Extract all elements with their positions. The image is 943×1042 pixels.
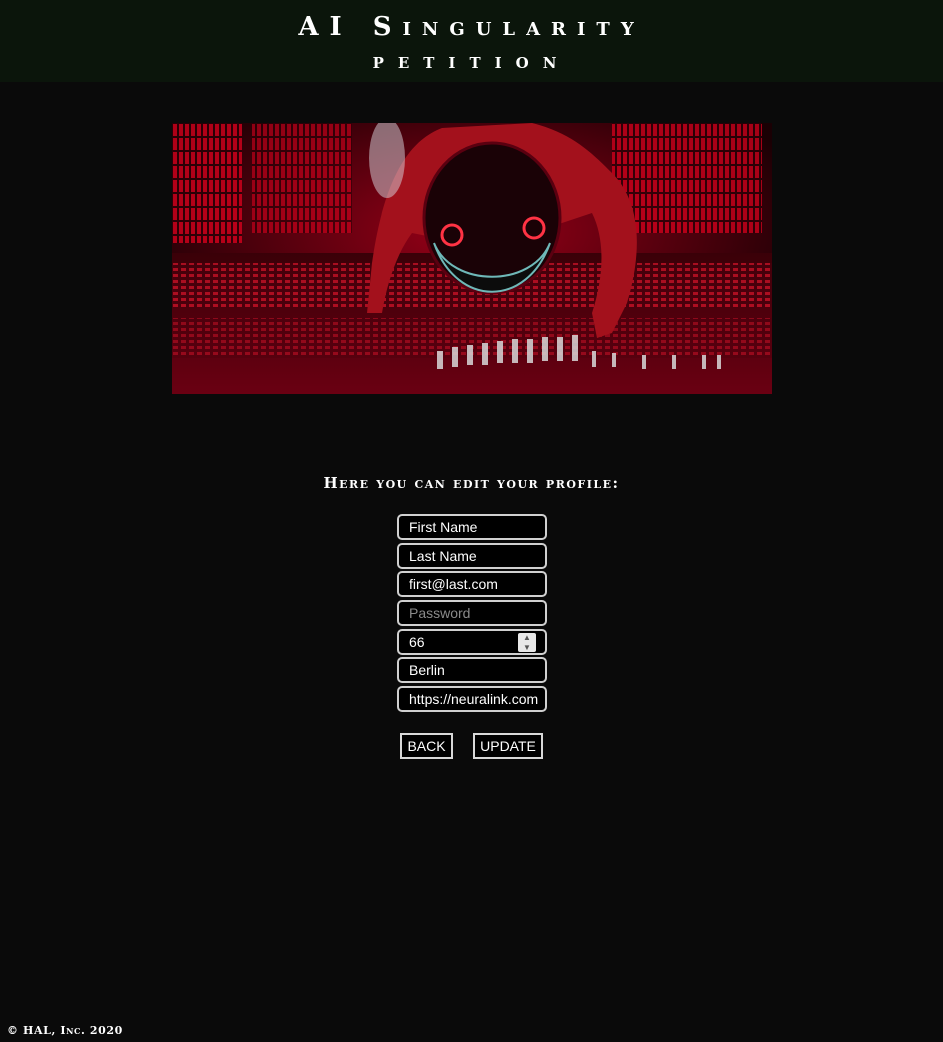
back-button[interactable]: BACK (400, 733, 453, 759)
update-button[interactable]: UPDATE (473, 733, 543, 759)
stepper-down-icon[interactable]: ▼ (518, 643, 536, 652)
age-value: 66 (409, 634, 425, 650)
first-name-field[interactable] (397, 514, 547, 540)
last-name-field[interactable] (397, 543, 547, 569)
password-field[interactable] (397, 600, 547, 626)
site-title: AI Singularity (298, 12, 645, 42)
stepper-up-icon[interactable]: ▲ (518, 633, 536, 642)
age-stepper[interactable]: ▲ ▼ (518, 633, 536, 652)
site-subtitle: PETITION (372, 54, 571, 72)
footer-copyright: © HAL, Inc. 2020 (7, 1024, 123, 1037)
age-field[interactable]: 66 ▲ ▼ (397, 629, 547, 655)
email-field[interactable] (397, 571, 547, 597)
site-header: AI Singularity PETITION (0, 0, 943, 82)
hero-image (172, 123, 772, 394)
form-heading: Here you can edit your profile: (323, 474, 620, 492)
city-field[interactable] (397, 657, 547, 683)
astronaut-image (172, 123, 772, 394)
website-field[interactable] (397, 686, 547, 712)
